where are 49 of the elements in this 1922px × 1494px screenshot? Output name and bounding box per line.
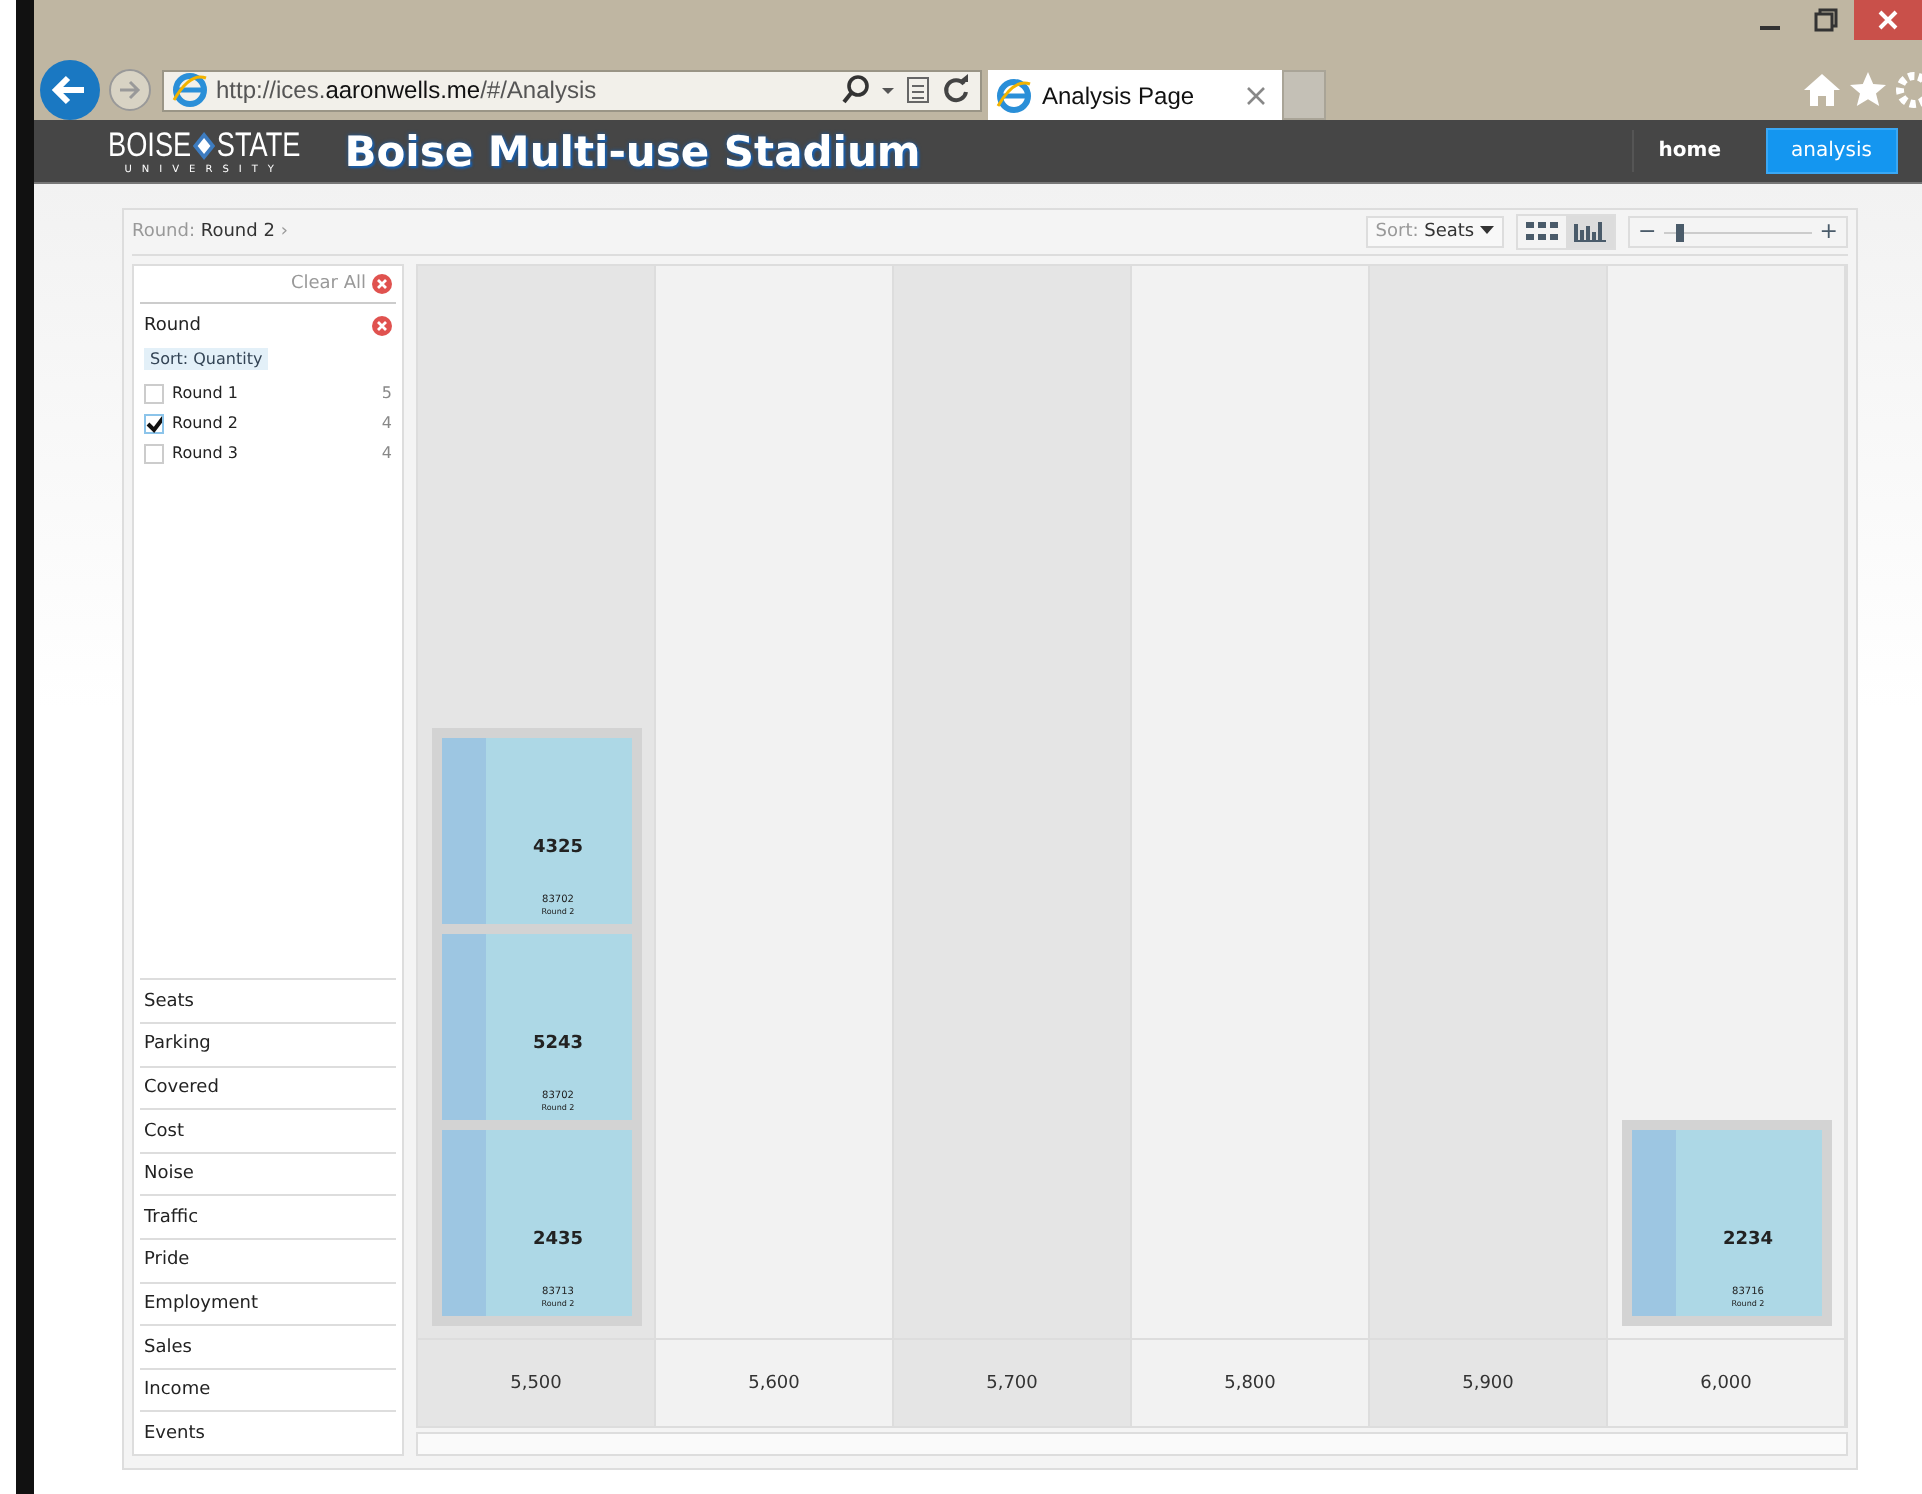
sort-dropdown[interactable]: Sort: Seats xyxy=(1365,216,1504,248)
facet-item[interactable]: Covered xyxy=(140,1065,396,1109)
facet-item[interactable]: Employment xyxy=(140,1281,396,1325)
clear-icon[interactable] xyxy=(372,274,392,294)
card-value: 5243 xyxy=(532,1034,584,1054)
facet-item[interactable]: Parking xyxy=(140,1022,396,1066)
breadcrumb[interactable]: Round: Round 2 › xyxy=(132,222,288,242)
search-icon[interactable] xyxy=(840,74,872,106)
tab-title: Analysis Page xyxy=(1042,81,1197,109)
facet-item[interactable]: Noise xyxy=(140,1151,396,1195)
clear-icon[interactable] xyxy=(372,316,392,336)
browser-logo-icon xyxy=(996,77,1032,113)
close-icon xyxy=(1876,8,1900,32)
facet-item[interactable]: Traffic xyxy=(140,1194,396,1239)
option-count: 4 xyxy=(381,444,392,462)
back-button[interactable] xyxy=(38,58,102,122)
card-value: 2234 xyxy=(1722,1230,1774,1250)
option-label[interactable]: Round 3 xyxy=(172,444,374,462)
card-value: 4325 xyxy=(532,838,584,858)
zoom-in-button[interactable]: + xyxy=(1819,220,1838,244)
close-button[interactable] xyxy=(1854,0,1922,40)
facet-item[interactable]: Income xyxy=(140,1367,396,1411)
restore-icon[interactable] xyxy=(1814,8,1838,32)
bar-view-button[interactable] xyxy=(1566,216,1614,248)
star-icon[interactable] xyxy=(1848,70,1888,110)
nav-tab[interactable]: home xyxy=(1632,130,1745,172)
facet-item[interactable]: Pride xyxy=(140,1238,396,1282)
close-tab-icon[interactable] xyxy=(1246,85,1266,105)
checkbox[interactable] xyxy=(144,413,164,433)
refresh-icon[interactable] xyxy=(940,74,972,106)
caret-icon xyxy=(1480,222,1494,236)
option-count: 5 xyxy=(381,384,392,402)
facet-item[interactable]: Seats xyxy=(140,978,396,1023)
browser-tab[interactable]: Analysis Page xyxy=(988,70,1282,120)
zoom-out-button[interactable]: − xyxy=(1638,220,1657,244)
facet-item[interactable]: Cost xyxy=(140,1108,396,1152)
browser-logo-icon xyxy=(172,72,208,108)
card-value: 2435 xyxy=(532,1230,584,1250)
app-title: Boise Multi-use Stadium xyxy=(344,127,921,175)
facet-item[interactable]: Sales xyxy=(140,1324,396,1368)
facet-item[interactable]: Events xyxy=(140,1410,396,1454)
sort-tag[interactable]: Sort: Quantity xyxy=(144,348,269,370)
horizontal-scrollbar[interactable] xyxy=(416,1432,1848,1456)
option-label[interactable]: Round 1 xyxy=(172,384,374,402)
option-label[interactable]: Round 2 xyxy=(172,414,374,432)
filter-title: Round xyxy=(144,316,201,336)
document-icon[interactable] xyxy=(904,74,932,106)
option-count: 4 xyxy=(381,414,392,432)
address-field[interactable]: http://ices.aaronwells.me/#/Analysis xyxy=(162,69,982,111)
